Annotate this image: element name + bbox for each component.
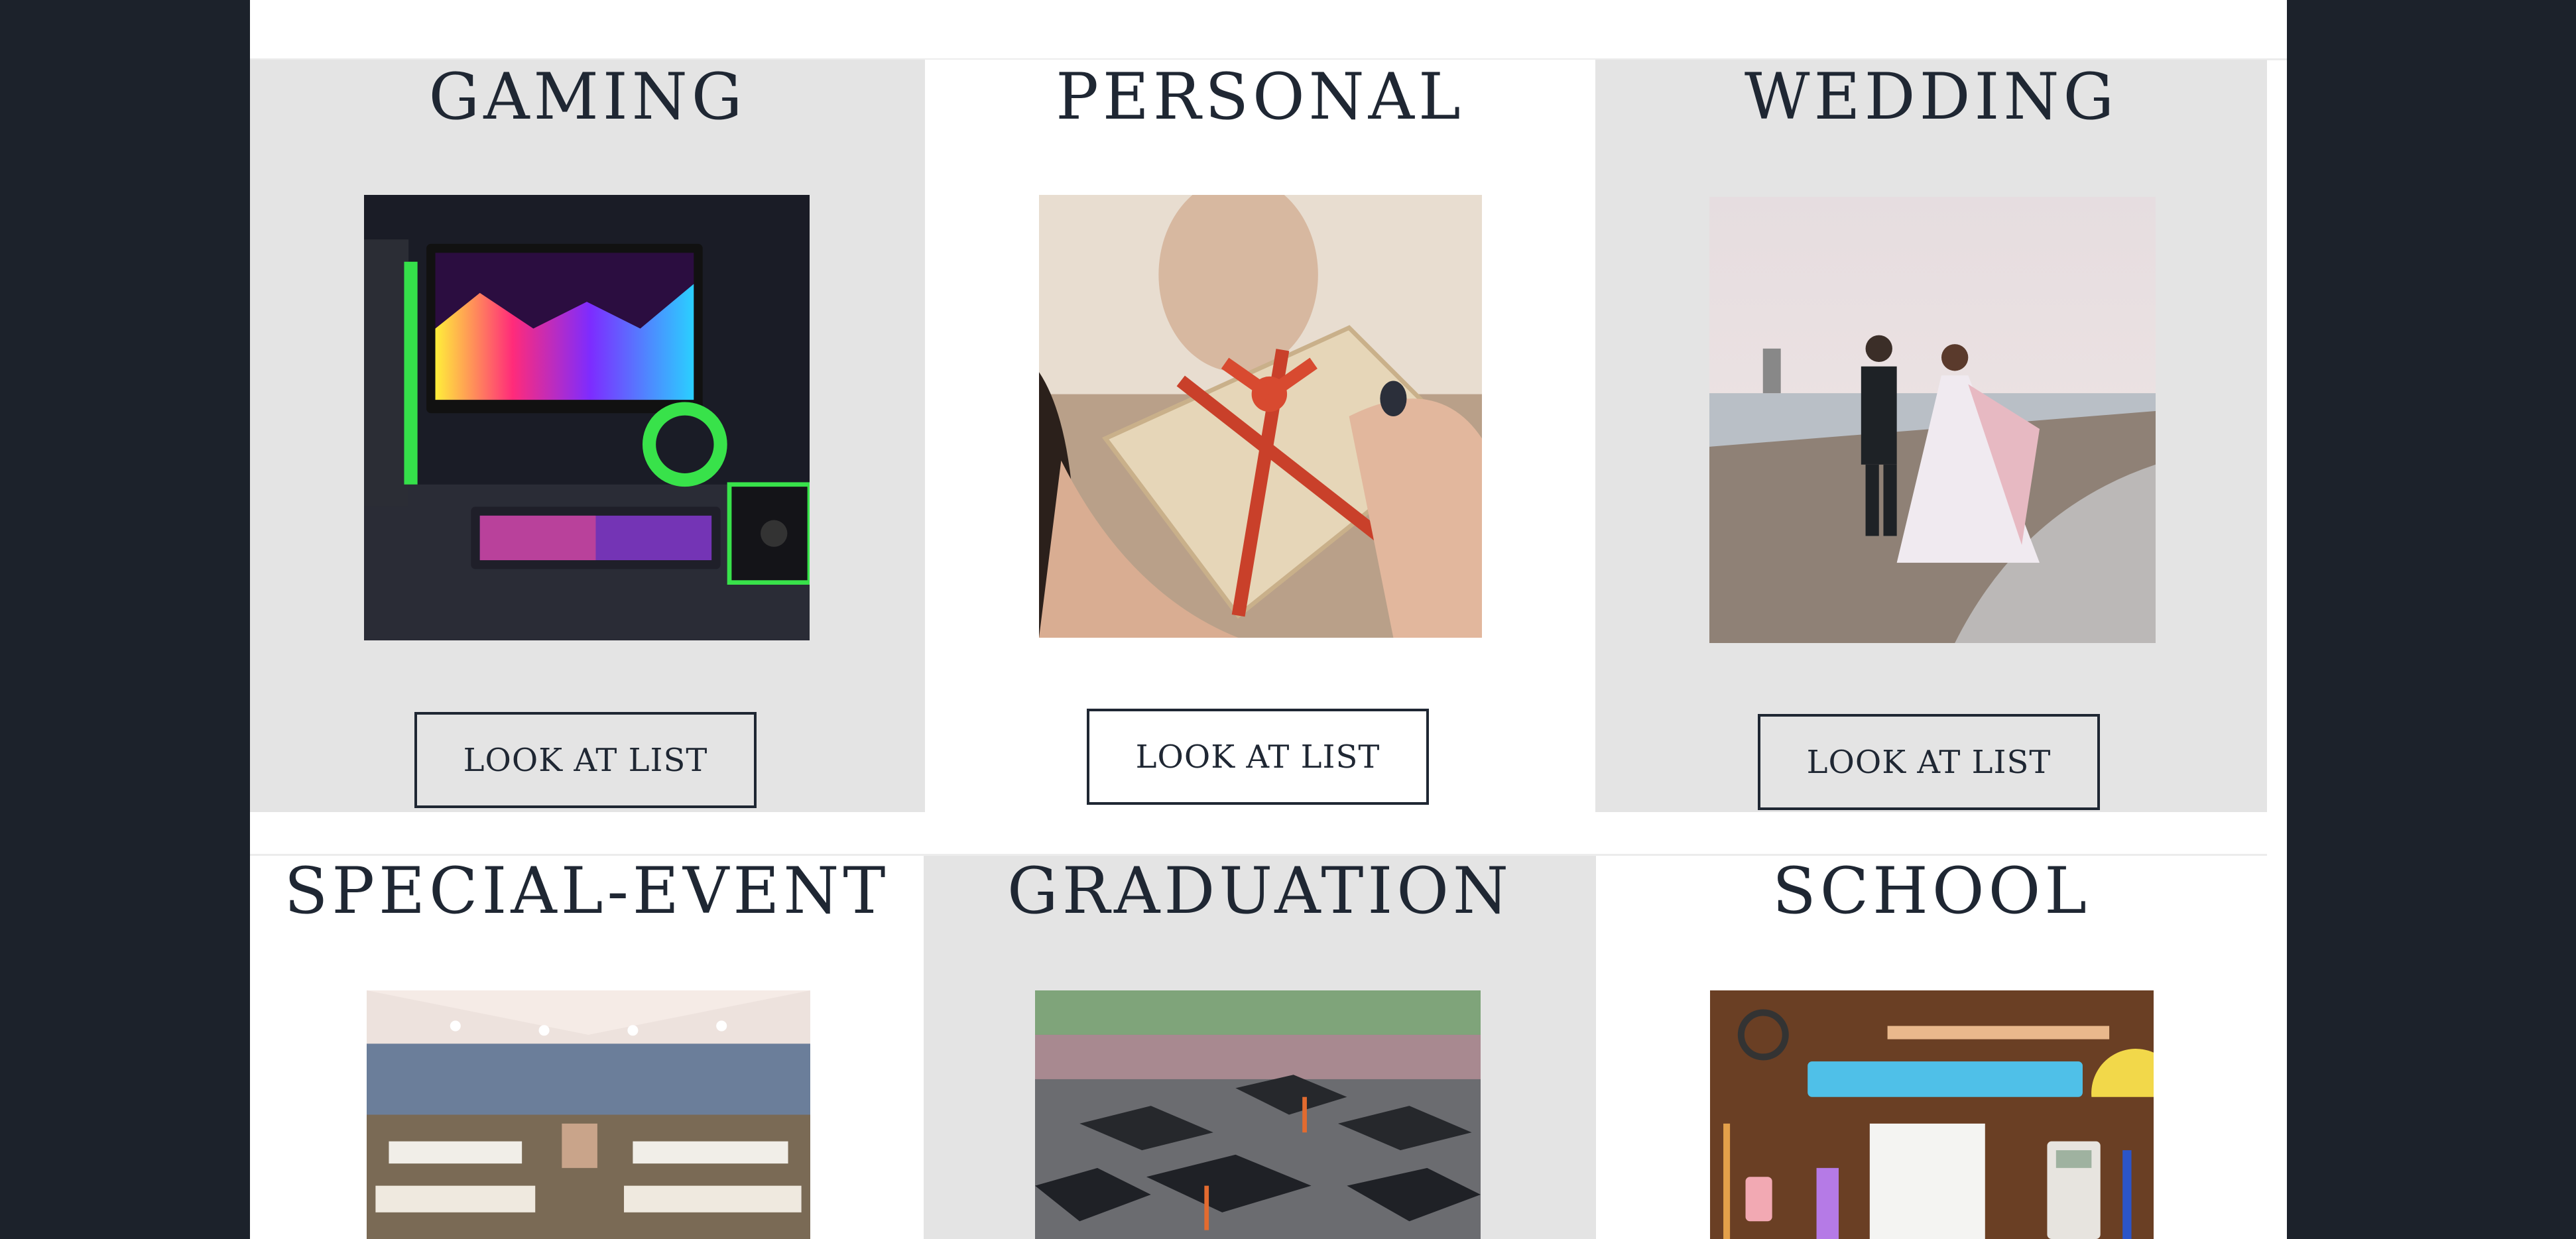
gift-box-image <box>1039 195 1482 638</box>
gaming-setup-image <box>364 195 810 640</box>
graduation-caps-image <box>1035 990 1481 1239</box>
look-at-list-button-wedding[interactable]: LOOK AT LIST <box>1758 714 2100 810</box>
event-tent-image <box>367 990 810 1239</box>
card-title-wedding: WEDDING <box>1744 60 2118 134</box>
look-at-list-button-gaming[interactable]: LOOK AT LIST <box>414 712 757 808</box>
card-graduation: GRADUATION <box>924 856 1596 1239</box>
card-gaming: GAMING LOOK AT LIST <box>250 60 925 812</box>
card-title-school: SCHOOL <box>1772 854 2091 928</box>
look-at-list-button-personal[interactable]: LOOK AT LIST <box>1087 709 1429 805</box>
card-title-special-event: SPECIAL-EVENT <box>284 854 890 928</box>
card-special-event: SPECIAL-EVENT <box>250 856 924 1239</box>
card-title-graduation: GRADUATION <box>1007 854 1512 928</box>
card-title-personal: PERSONAL <box>1056 60 1465 134</box>
header-bar <box>250 0 2287 60</box>
school-supplies-image <box>1710 990 2154 1239</box>
card-title-gaming: GAMING <box>428 60 747 134</box>
card-wedding: WEDDING LOOK AT LIST <box>1595 60 2267 812</box>
card-school: SCHOOL <box>1596 856 2267 1239</box>
category-page: GAMING LOOK AT LIST PERSONAL LOOK AT LIS… <box>250 0 2287 1239</box>
card-personal: PERSONAL LOOK AT LIST <box>925 60 1595 812</box>
beach-wedding-image <box>1709 197 2156 643</box>
